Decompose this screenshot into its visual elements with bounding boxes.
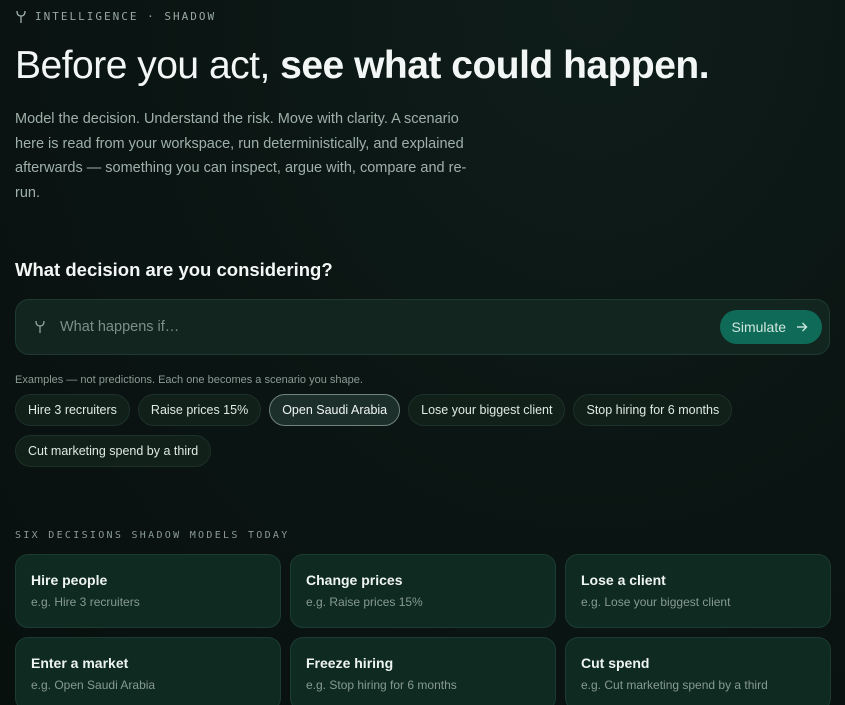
card-example: e.g. Hire 3 recruiters <box>31 595 140 609</box>
card-example: e.g. Cut marketing spend by a third <box>581 678 768 692</box>
shadow-page: INTELLIGENCE · SHADOW Before you act, se… <box>0 0 845 705</box>
decision-card[interactable]: Cut spend e.g. Cut marketing spend by a … <box>565 637 831 705</box>
simulate-label: Simulate <box>731 319 786 335</box>
headline-light: Before you act, <box>15 44 270 87</box>
headline-bold: see what could happen. <box>280 44 710 87</box>
card-example: e.g. Open Saudi Arabia <box>31 678 156 692</box>
card-title: Hire people <box>31 572 108 588</box>
examples-note: Examples — not predictions. Each one bec… <box>15 374 363 386</box>
tuning-fork-icon <box>35 320 45 333</box>
example-chip[interactable]: Raise prices 15% <box>137 394 262 426</box>
decision-input-bar: Simulate <box>15 299 830 355</box>
decision-card[interactable]: Hire people e.g. Hire 3 recruiters <box>15 554 281 628</box>
example-chip[interactable]: Open Saudi Arabia <box>269 394 401 426</box>
eyebrow: INTELLIGENCE · SHADOW <box>15 0 830 24</box>
simulate-button[interactable]: Simulate <box>719 310 822 344</box>
example-chip[interactable]: Hire 3 recruiters <box>15 394 130 426</box>
decision-card[interactable]: Enter a market e.g. Open Saudi Arabia <box>15 637 281 705</box>
decision-input[interactable] <box>60 319 720 335</box>
card-title: Enter a market <box>31 655 129 671</box>
decision-card[interactable]: Lose a client e.g. Lose your biggest cli… <box>565 554 831 628</box>
page-title: Before you act, see what could happen. <box>15 42 830 90</box>
card-example: e.g. Lose your biggest client <box>581 595 731 609</box>
arrow-right-icon <box>797 322 808 332</box>
eyebrow-text: INTELLIGENCE · SHADOW <box>35 10 217 23</box>
example-chip[interactable]: Stop hiring for 6 months <box>573 394 733 426</box>
card-example: e.g. Stop hiring for 6 months <box>306 678 457 692</box>
card-title: Lose a client <box>581 572 666 588</box>
section-label: SIX DECISIONS SHADOW MODELS TODAY <box>15 530 290 541</box>
tuning-fork-icon <box>16 10 26 23</box>
example-chip[interactable]: Cut marketing spend by a third <box>15 435 212 467</box>
decision-card[interactable]: Change prices e.g. Raise prices 15% <box>290 554 556 628</box>
example-chip[interactable]: Lose your biggest client <box>408 394 566 426</box>
decision-cards-grid: Hire people e.g. Hire 3 recruiters Chang… <box>15 554 831 705</box>
card-title: Change prices <box>306 572 403 588</box>
example-chips: Hire 3 recruiters Raise prices 15% Open … <box>15 394 775 467</box>
lede-paragraph: Model the decision. Understand the risk.… <box>15 111 467 201</box>
card-title: Cut spend <box>581 655 650 671</box>
card-title: Freeze hiring <box>306 655 394 671</box>
decision-question: What decision are you considering? <box>15 259 333 280</box>
card-example: e.g. Raise prices 15% <box>306 595 423 609</box>
decision-card[interactable]: Freeze hiring e.g. Stop hiring for 6 mon… <box>290 637 556 705</box>
